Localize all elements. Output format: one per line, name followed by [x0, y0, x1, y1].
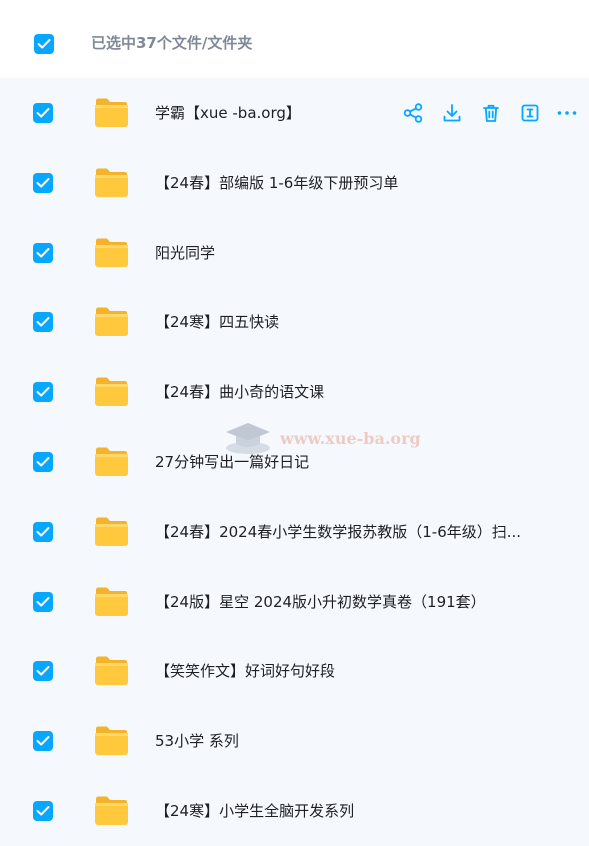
folder-icon: [94, 446, 129, 477]
folder-icon: [94, 586, 129, 617]
row-checkbox[interactable]: [33, 521, 53, 542]
file-name[interactable]: 【24春】曲小奇的语文课: [155, 381, 324, 403]
file-row[interactable]: 【24春】部编版 1-6年级下册预习单: [0, 148, 589, 218]
select-all-checkbox[interactable]: [34, 34, 54, 54]
row-checkbox[interactable]: [33, 661, 53, 682]
file-row[interactable]: 【24春】2024春小学生数学报苏教版（1-6年级）扫...: [0, 497, 589, 567]
file-name[interactable]: 阳光同学: [155, 242, 215, 264]
row-checkbox[interactable]: [33, 382, 53, 403]
file-row[interactable]: 【笑笑作文】好词好句好段: [0, 636, 589, 706]
graduation-cap-icon: [226, 423, 270, 454]
delete-icon[interactable]: [480, 102, 502, 124]
file-row[interactable]: 【24寒】小学生全脑开发系列: [0, 776, 589, 846]
file-name[interactable]: 【笑笑作文】好词好句好段: [155, 660, 335, 682]
row-checkbox[interactable]: [33, 801, 53, 821]
folder-icon: [94, 97, 129, 128]
folder-icon: [94, 655, 129, 686]
row-checkbox[interactable]: [33, 242, 53, 263]
folder-icon: [94, 237, 129, 268]
file-name[interactable]: 【24版】星空 2024版小升初数学真卷（191套）: [155, 591, 486, 613]
file-row[interactable]: 【24春】曲小奇的语文课: [0, 357, 589, 427]
file-row[interactable]: 阳光同学: [0, 218, 589, 288]
row-checkbox[interactable]: [33, 591, 53, 612]
file-name[interactable]: 【24寒】四五快读: [155, 311, 279, 333]
file-name[interactable]: 【24寒】小学生全脑开发系列: [155, 800, 354, 822]
selection-header: 已选中37个文件/文件夹: [0, 0, 589, 78]
folder-icon: [94, 376, 129, 407]
folder-icon: [94, 795, 129, 826]
file-name[interactable]: 【24春】2024春小学生数学报苏教版（1-6年级）扫...: [155, 521, 521, 543]
row-checkbox[interactable]: [33, 103, 53, 123]
file-name[interactable]: 【24春】部编版 1-6年级下册预习单: [155, 172, 398, 194]
rename-icon[interactable]: [519, 102, 541, 124]
folder-icon: [94, 306, 129, 337]
file-row[interactable]: 【24版】星空 2024版小升初数学真卷（191套）: [0, 567, 589, 637]
row-checkbox[interactable]: [33, 172, 53, 193]
folder-icon: [94, 167, 129, 198]
file-row[interactable]: 学霸【xue -ba.org】: [0, 78, 589, 148]
folder-icon: [94, 516, 129, 547]
row-checkbox[interactable]: [33, 452, 53, 472]
file-name[interactable]: 学霸【xue -ba.org】: [155, 102, 301, 124]
watermark: www.xue-ba.org: [222, 420, 432, 460]
file-row[interactable]: 【24寒】四五快读: [0, 287, 589, 357]
row-checkbox[interactable]: [33, 731, 53, 752]
selection-count-text: 已选中37个文件/文件夹: [91, 34, 253, 52]
file-name[interactable]: 53小学 系列: [155, 730, 239, 752]
share-icon[interactable]: [402, 102, 424, 124]
more-icon[interactable]: [556, 102, 578, 124]
folder-icon: [94, 725, 129, 756]
file-row[interactable]: 53小学 系列: [0, 706, 589, 776]
row-checkbox[interactable]: [33, 312, 53, 333]
watermark-text: www.xue-ba.org: [280, 429, 421, 448]
download-icon[interactable]: [441, 102, 463, 124]
